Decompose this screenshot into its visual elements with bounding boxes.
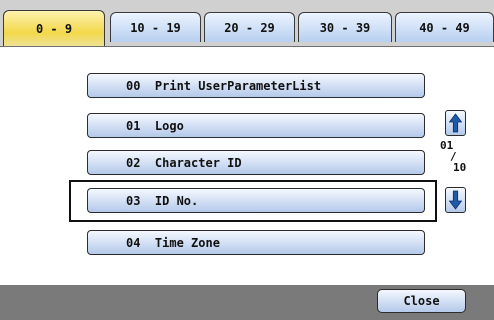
parameter-screen: 0 - 9 10 - 19 20 - 29 30 - 39 40 - 49 00…: [0, 0, 494, 320]
page-indicator: 01 / 10: [440, 140, 470, 173]
close-button[interactable]: Close: [377, 289, 466, 313]
tab-bar: 0 - 9 10 - 19 20 - 29 30 - 39 40 - 49: [0, 0, 494, 47]
page-total: 10: [453, 161, 467, 174]
parameter-item-00[interactable]: 00 Print UserParameterList: [87, 73, 425, 98]
scroll-up-button[interactable]: [445, 110, 466, 136]
arrow-up-icon: [449, 113, 462, 133]
tab-20-29[interactable]: 20 - 29: [204, 12, 295, 42]
parameter-item-02[interactable]: 02 Character ID: [87, 150, 425, 175]
parameter-item-03[interactable]: 03 ID No.: [87, 188, 425, 213]
arrow-down-icon: [449, 190, 462, 210]
scroll-down-button[interactable]: [445, 187, 466, 213]
parameter-item-01[interactable]: 01 Logo: [87, 113, 425, 138]
parameter-item-04[interactable]: 04 Time Zone: [87, 230, 425, 255]
tab-0-9[interactable]: 0 - 9: [3, 10, 105, 47]
tab-30-39[interactable]: 30 - 39: [298, 12, 392, 42]
tab-40-49[interactable]: 40 - 49: [395, 12, 494, 42]
tab-10-19[interactable]: 10 - 19: [110, 12, 201, 42]
